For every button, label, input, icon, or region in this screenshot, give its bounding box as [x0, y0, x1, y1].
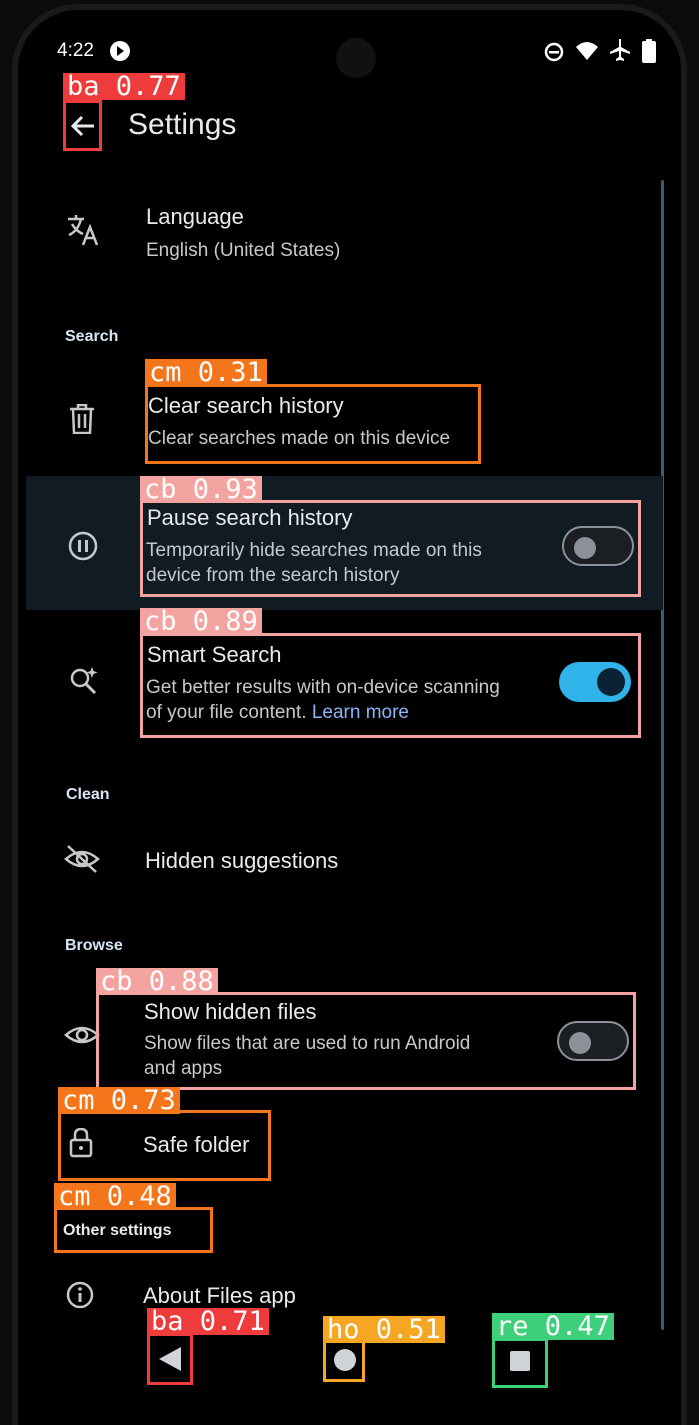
detection-label: cb 0.89	[140, 608, 262, 635]
detection-box	[58, 1110, 271, 1181]
detection-label: cm 0.48	[54, 1183, 176, 1210]
info-icon	[66, 1281, 94, 1309]
eye-icon	[64, 1026, 100, 1044]
dnd-icon	[544, 42, 564, 62]
app-notification-icon	[110, 41, 130, 61]
detection-box	[96, 992, 636, 1090]
section-header-search: Search	[65, 328, 119, 345]
translate-icon	[68, 215, 99, 246]
detection-box	[140, 500, 641, 597]
section-header-browse: Browse	[65, 937, 123, 954]
detection-label: ho 0.51	[323, 1316, 445, 1343]
status-time: 4:22	[57, 40, 94, 61]
detection-label: ba 0.71	[147, 1308, 269, 1335]
airplane-icon	[610, 39, 630, 61]
detection-label: cb 0.93	[140, 476, 262, 503]
detection-label: ba 0.77	[63, 73, 185, 100]
detection-box	[54, 1207, 213, 1253]
trash-icon	[70, 404, 94, 434]
detection-label: cm 0.31	[145, 359, 267, 386]
hidden-suggestions-title: Hidden suggestions	[145, 848, 339, 873]
detection-label: cb 0.88	[96, 968, 218, 995]
detection-box	[140, 633, 641, 738]
page-title: Settings	[128, 108, 237, 141]
detection-box	[147, 1333, 193, 1385]
detection-label: cm 0.73	[58, 1087, 180, 1114]
smart-search-icon	[70, 667, 98, 695]
language-title: Language	[146, 204, 244, 229]
detection-label: re 0.47	[492, 1313, 614, 1340]
pause-circle-icon	[68, 531, 98, 561]
detection-box	[323, 1340, 365, 1382]
detection-box	[63, 100, 102, 151]
scrollbar[interactable]	[661, 180, 664, 1330]
eye-off-icon	[64, 845, 100, 873]
front-camera	[336, 38, 376, 78]
battery-icon	[642, 39, 656, 63]
language-value: English (United States)	[146, 240, 341, 261]
detection-box	[492, 1338, 548, 1388]
wifi-icon	[576, 42, 598, 60]
section-header-clean: Clean	[66, 786, 110, 803]
detection-box	[145, 384, 481, 464]
